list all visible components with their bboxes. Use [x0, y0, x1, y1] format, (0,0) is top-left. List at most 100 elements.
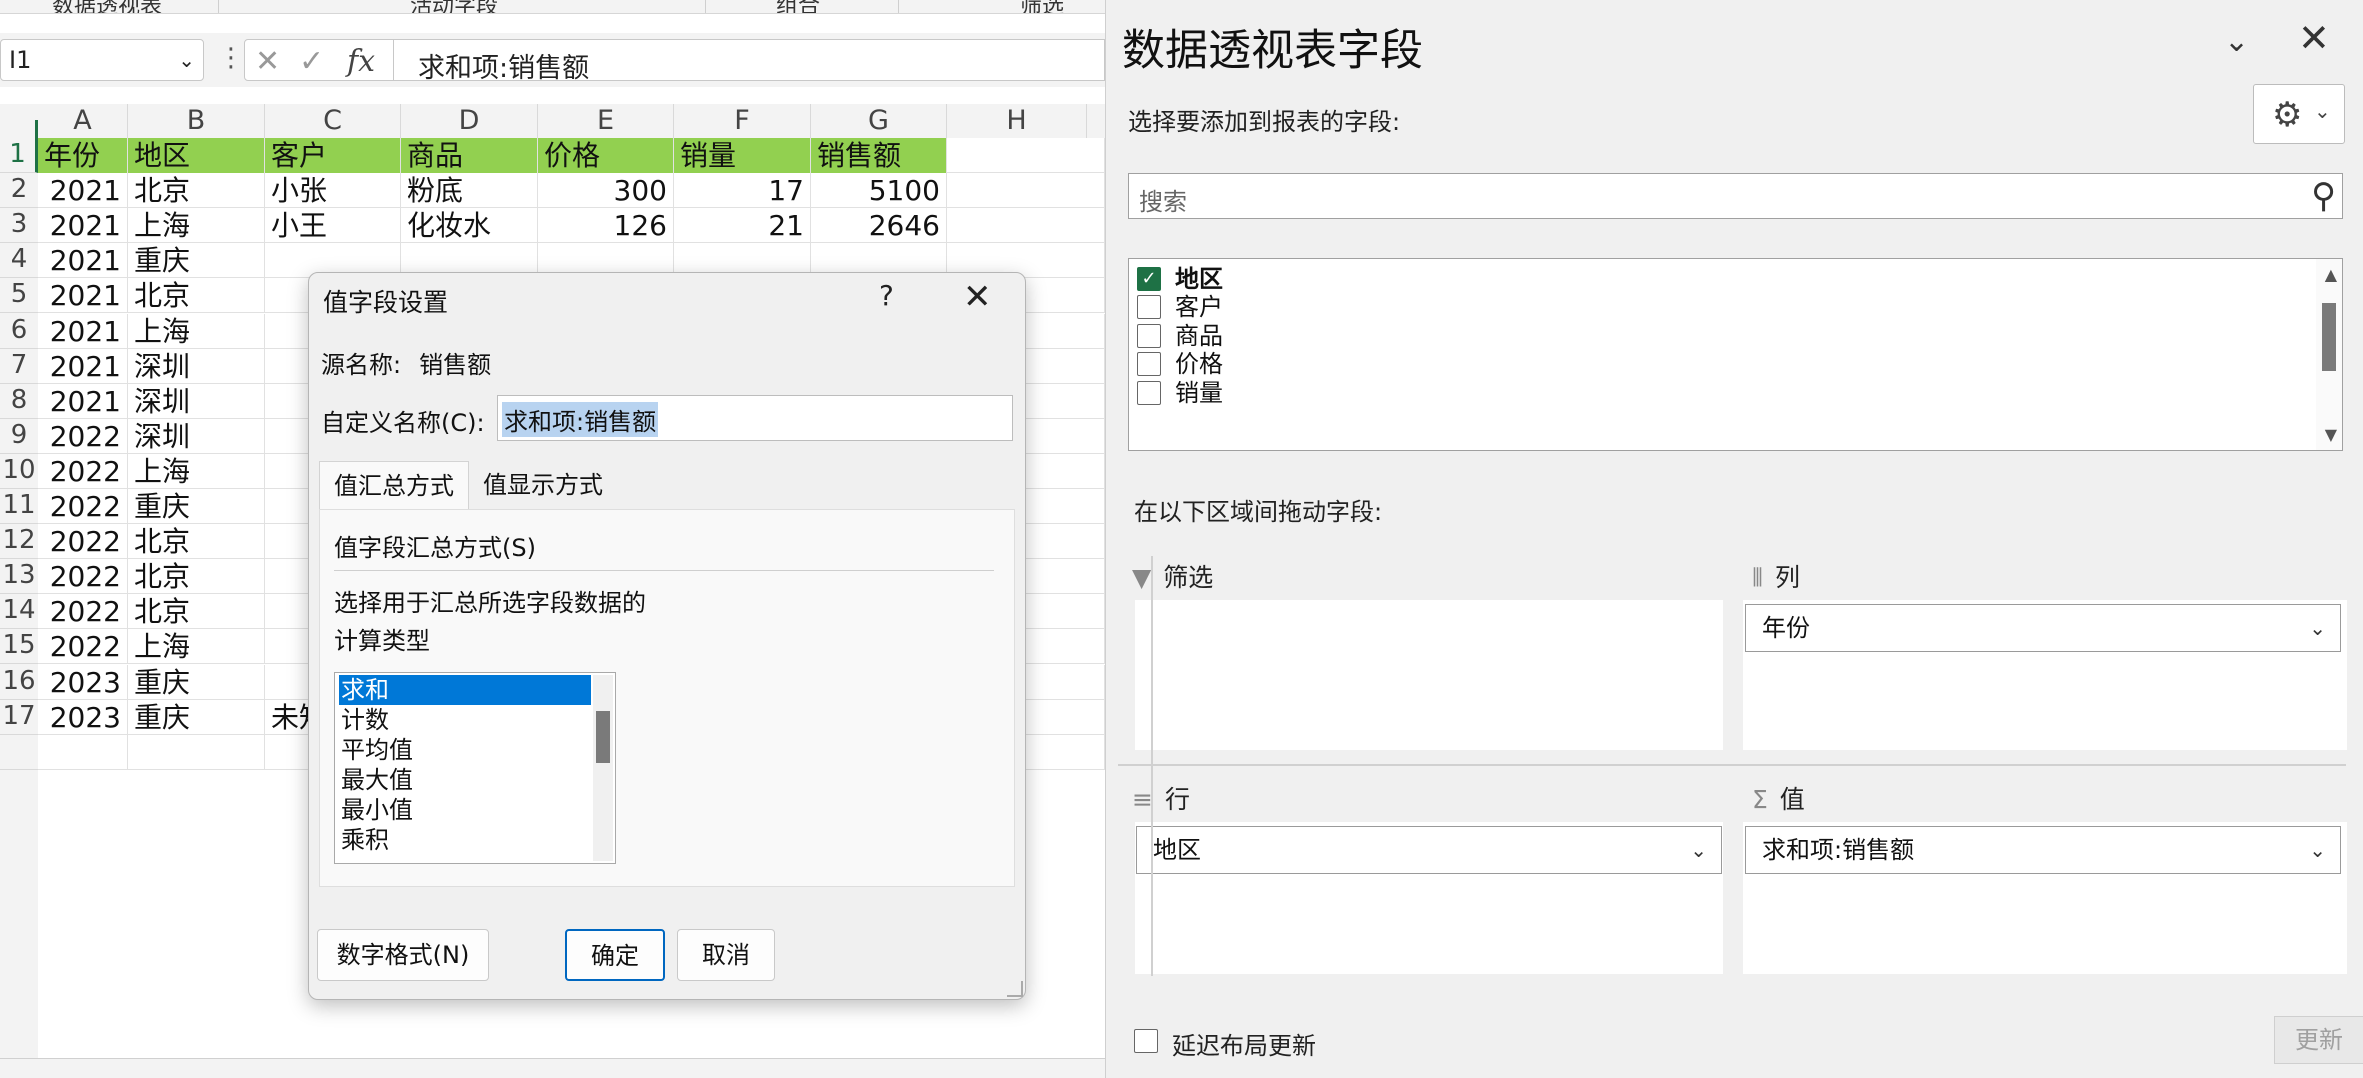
- table-cell[interactable]: 化妆水: [401, 208, 538, 244]
- table-cell[interactable]: 2022: [38, 629, 128, 665]
- table-cell[interactable]: 上海: [128, 629, 265, 665]
- filter-drop-zone[interactable]: [1135, 600, 1723, 750]
- insert-function-icon[interactable]: fx: [347, 44, 375, 79]
- header-cell[interactable]: 价格: [538, 138, 674, 173]
- table-cell[interactable]: [38, 734, 128, 770]
- column-header-d[interactable]: D: [401, 104, 538, 138]
- tab-show-values-as[interactable]: 值显示方式: [469, 461, 617, 509]
- list-item[interactable]: 计数: [339, 705, 591, 735]
- table-cell[interactable]: 上海: [128, 313, 265, 349]
- list-item[interactable]: 求和: [339, 675, 591, 705]
- table-cell[interactable]: 21: [674, 208, 811, 244]
- table-cell[interactable]: 300: [538, 173, 674, 209]
- update-button[interactable]: 更新: [2274, 1016, 2363, 1064]
- table-cell[interactable]: [128, 734, 265, 770]
- search-icon[interactable]: ⚲: [2311, 176, 2336, 216]
- table-cell[interactable]: 2021: [38, 348, 128, 384]
- scroll-down-icon[interactable]: ▼: [2325, 425, 2337, 444]
- table-cell[interactable]: 北京: [128, 173, 265, 209]
- table-cell[interactable]: 2021: [38, 173, 128, 209]
- table-cell[interactable]: 上海: [128, 208, 265, 244]
- tab-summarize-by[interactable]: 值汇总方式: [319, 461, 469, 509]
- column-header-g[interactable]: G: [811, 104, 947, 138]
- table-cell[interactable]: 粉底: [401, 173, 538, 209]
- table-cell[interactable]: 北京: [128, 278, 265, 314]
- tools-button[interactable]: ⚙ ⌄: [2253, 84, 2345, 144]
- chevron-down-icon[interactable]: ⌄: [2309, 827, 2326, 873]
- column-header-f[interactable]: F: [674, 104, 811, 138]
- listbox-scroll-thumb[interactable]: [596, 711, 610, 763]
- cancel-button[interactable]: 取消: [677, 929, 775, 981]
- table-cell[interactable]: 2021: [38, 243, 128, 279]
- search-input[interactable]: 搜索 ⚲: [1128, 173, 2343, 219]
- custom-name-input[interactable]: 求和项:销售额: [497, 395, 1013, 441]
- formula-input[interactable]: 求和项:销售额: [394, 39, 1105, 84]
- scroll-up-icon[interactable]: ▲: [2325, 265, 2337, 284]
- header-cell[interactable]: 客户: [265, 138, 401, 173]
- checkbox[interactable]: [1134, 1029, 1158, 1053]
- checkbox[interactable]: [1137, 295, 1161, 319]
- field-list[interactable]: ✓ 地区 客户 商品 价格 销量 ▲ ▼: [1128, 258, 2343, 451]
- checkbox[interactable]: [1137, 352, 1161, 376]
- table-cell[interactable]: 北京: [128, 594, 265, 630]
- checkbox[interactable]: [1137, 324, 1161, 348]
- function-listbox[interactable]: 求和 计数 平均值 最大值 最小值 乘积: [334, 672, 616, 864]
- table-cell[interactable]: 2022: [38, 418, 128, 454]
- table-cell[interactable]: 深圳: [128, 383, 265, 419]
- table-cell[interactable]: [947, 173, 1105, 209]
- table-cell[interactable]: [947, 208, 1105, 244]
- table-cell[interactable]: 深圳: [128, 348, 265, 384]
- table-cell[interactable]: 重庆: [128, 489, 265, 524]
- table-cell[interactable]: 深圳: [128, 418, 265, 454]
- table-cell[interactable]: 2023: [38, 664, 128, 700]
- table-cell[interactable]: 重庆: [128, 664, 265, 700]
- checkbox[interactable]: [1137, 381, 1161, 405]
- table-cell[interactable]: 2021: [38, 313, 128, 349]
- table-cell[interactable]: 重庆: [128, 699, 265, 735]
- column-header-a[interactable]: A: [38, 104, 128, 138]
- table-cell[interactable]: 上海: [128, 453, 265, 489]
- cancel-x-icon[interactable]: ✕: [255, 44, 280, 79]
- checkbox-checked[interactable]: ✓: [1137, 267, 1161, 291]
- columns-field-dropdown[interactable]: 年份 ⌄: [1745, 604, 2341, 652]
- column-header-h[interactable]: H: [947, 104, 1087, 138]
- table-cell[interactable]: 2021: [38, 278, 128, 314]
- table-cell[interactable]: 2022: [38, 453, 128, 489]
- number-format-button[interactable]: 数字格式(N): [317, 929, 489, 981]
- confirm-check-icon[interactable]: ✓: [299, 44, 324, 79]
- table-cell[interactable]: 小张: [265, 173, 401, 209]
- table-cell[interactable]: 2023: [38, 699, 128, 735]
- ribbon-tab-pivottable[interactable]: 数据透视表: [52, 0, 162, 13]
- help-icon[interactable]: ?: [879, 279, 894, 312]
- column-header-c[interactable]: C: [265, 104, 401, 138]
- close-icon[interactable]: ✕: [963, 277, 992, 317]
- list-item[interactable]: 平均值: [339, 735, 591, 765]
- header-cell[interactable]: 年份: [38, 138, 128, 173]
- ok-button[interactable]: 确定: [565, 929, 665, 981]
- column-header-b[interactable]: B: [128, 104, 265, 138]
- table-cell[interactable]: 17: [674, 173, 811, 209]
- chevron-down-icon[interactable]: ⌄: [178, 48, 195, 72]
- table-cell[interactable]: 2021: [38, 383, 128, 419]
- table-cell[interactable]: 北京: [128, 559, 265, 595]
- more-vertical-icon[interactable]: ⋮: [218, 43, 244, 73]
- table-cell[interactable]: 2022: [38, 594, 128, 630]
- name-box[interactable]: I1 ⌄: [0, 39, 204, 81]
- resize-grip-icon[interactable]: [1007, 981, 1023, 997]
- values-field-dropdown[interactable]: 求和项:销售额 ⌄: [1745, 826, 2341, 874]
- field-list-scroll-thumb[interactable]: [2322, 303, 2336, 371]
- table-cell[interactable]: 小王: [265, 208, 401, 244]
- table-cell[interactable]: 重庆: [128, 243, 265, 279]
- row-header[interactable]: [0, 717, 38, 770]
- header-cell[interactable]: 销量: [674, 138, 811, 173]
- chevron-down-icon[interactable]: ⌄: [2309, 605, 2326, 651]
- ribbon-tab-group[interactable]: 组合: [776, 0, 820, 13]
- table-cell[interactable]: 2022: [38, 559, 128, 595]
- table-cell[interactable]: 北京: [128, 524, 265, 560]
- chevron-down-icon[interactable]: ⌄: [1690, 827, 1707, 873]
- ribbon-tab-active-field[interactable]: 活动字段: [410, 0, 498, 13]
- table-cell[interactable]: 126: [538, 208, 674, 244]
- table-cell[interactable]: 2022: [38, 489, 128, 524]
- table-cell[interactable]: 2646: [811, 208, 947, 244]
- table-cell[interactable]: 2022: [38, 524, 128, 560]
